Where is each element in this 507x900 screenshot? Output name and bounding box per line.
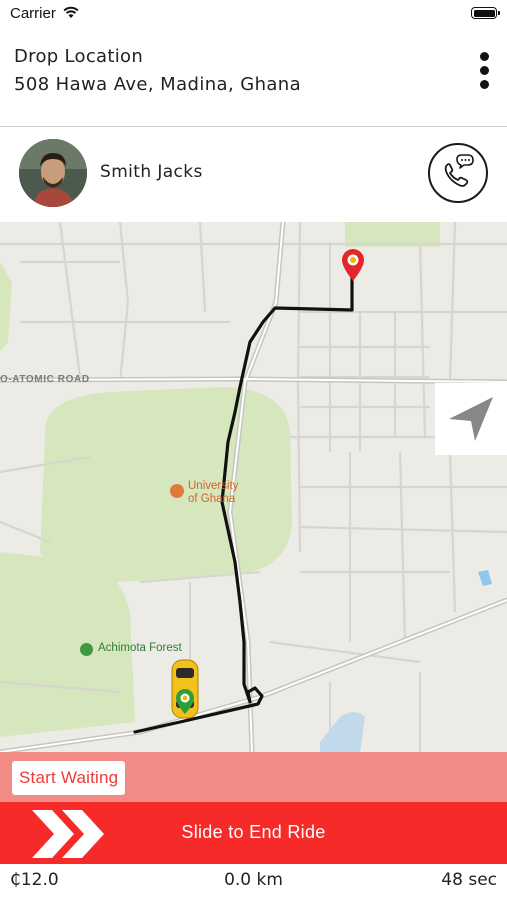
drop-location-header: Drop Location 508 Hawa Ave, Madina, Ghan…	[0, 30, 507, 127]
slide-label: Slide to End Ride	[181, 822, 326, 842]
start-waiting-button[interactable]: Start Waiting	[12, 761, 126, 795]
action-strip: Start Waiting	[0, 752, 507, 804]
slide-to-end-ride[interactable]: Slide to End Ride	[0, 802, 507, 864]
status-bar: Carrier	[0, 0, 507, 30]
drop-location-address: 508 Hawa Ave, Madina, Ghana	[14, 74, 302, 95]
school-icon	[170, 484, 184, 498]
distance-value: 0.0 km	[224, 870, 283, 890]
poi-forest-label: Achimota Forest	[98, 642, 182, 654]
battery-icon	[471, 7, 500, 19]
driver-row: Smith Jacks	[0, 127, 507, 222]
map-view[interactable]: O-ATOMIC ROAD University of Ghana Achimo…	[0, 222, 507, 752]
destination-pin-icon	[342, 249, 364, 281]
park-icon	[80, 643, 93, 656]
phone-chat-icon	[444, 154, 474, 187]
locate-button[interactable]	[435, 383, 507, 455]
poi-university-line1: University	[188, 480, 239, 492]
ride-stats: ₵12.0 0.0 km 48 sec	[0, 864, 507, 900]
wifi-icon	[63, 6, 79, 18]
driver-name: Smith Jacks	[100, 162, 203, 182]
poi-university-line2: of Ghana	[188, 493, 236, 505]
taxi-car-icon	[171, 659, 199, 719]
more-vertical-icon[interactable]	[473, 52, 495, 92]
carrier-label: Carrier	[10, 5, 56, 22]
drop-location-title: Drop Location	[14, 46, 144, 67]
navigation-arrow-icon	[449, 397, 493, 441]
call-button[interactable]	[428, 143, 488, 203]
duration-value: 48 sec	[441, 870, 497, 890]
map-road-label: O-ATOMIC ROAD	[0, 374, 90, 385]
avatar	[19, 139, 87, 207]
